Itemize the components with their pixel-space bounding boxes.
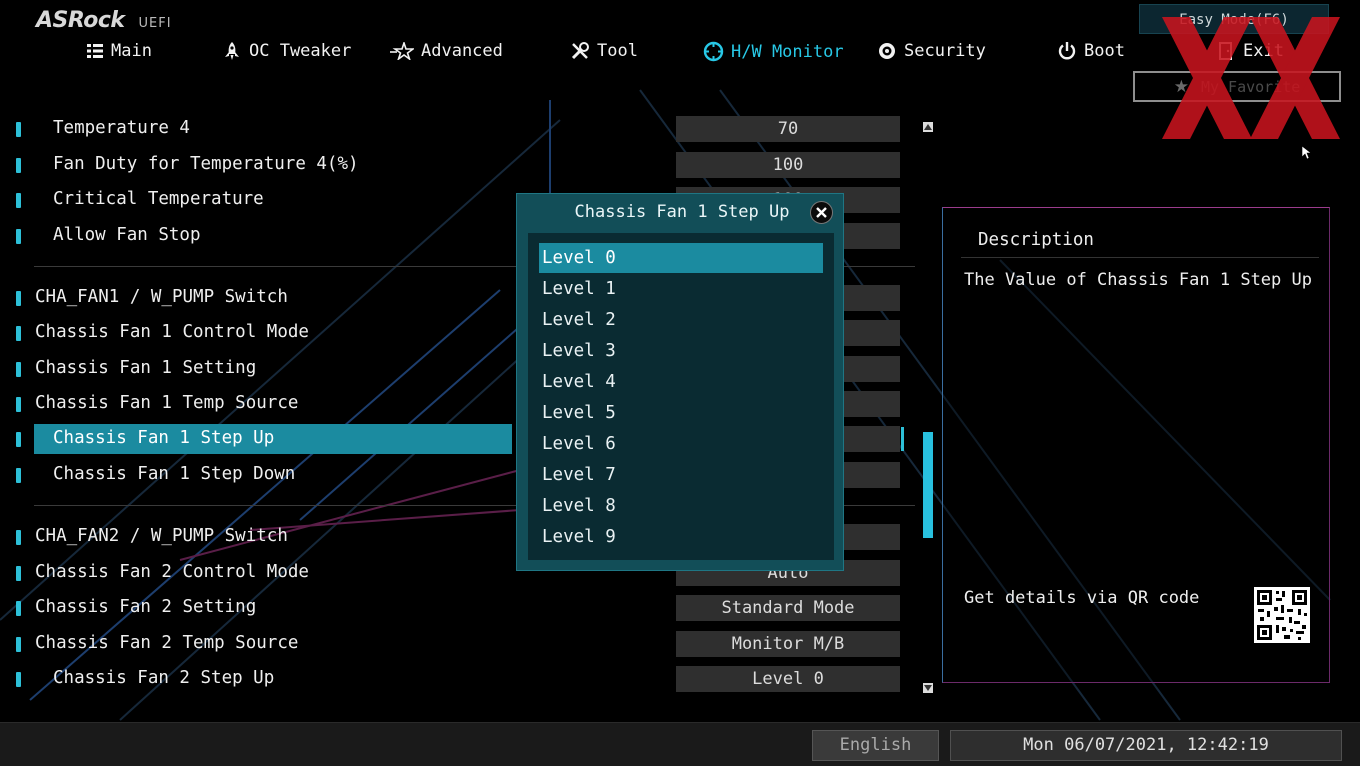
status-bar: English Mon 06/07/2021, 12:42:19 (0, 722, 1360, 766)
close-button[interactable] (810, 201, 833, 224)
option-level-6[interactable]: Level 6 (539, 429, 823, 459)
tab-tool-label: Tool (597, 41, 638, 61)
setting-row-chassis-fan2-setting[interactable]: Chassis Fan 2 Setting Standard Mode (0, 593, 920, 623)
setting-label: Temperature 4 (53, 118, 190, 138)
setting-label: Chassis Fan 2 Control Mode (35, 562, 309, 582)
monitor-gauge-icon (703, 41, 724, 62)
tab-hw-monitor[interactable]: H/W Monitor (703, 41, 844, 62)
option-level-0[interactable]: Level 0 (539, 243, 823, 273)
setting-value[interactable]: 100 (676, 152, 900, 178)
option-level-2[interactable]: Level 2 (539, 305, 823, 335)
option-select-dialog: Chassis Fan 1 Step Up Level 0 Level 1 Le… (516, 193, 844, 571)
row-bullet (16, 637, 21, 652)
date-time-display: Mon 06/07/2021, 12:42:19 (950, 730, 1342, 761)
scroll-up-arrow[interactable] (923, 122, 933, 132)
option-list: Level 0 Level 1 Level 2 Level 3 Level 4 … (528, 233, 834, 560)
row-bullet (16, 530, 21, 545)
setting-row-temperature-4[interactable]: Temperature 4 70 (0, 114, 920, 144)
setting-label: Chassis Fan 2 Setting (35, 597, 257, 617)
row-bullet (16, 397, 21, 412)
close-icon (816, 207, 827, 218)
tab-tool[interactable]: Tool (570, 41, 638, 61)
watermark-xx-logo (1162, 17, 1340, 139)
setting-label: Critical Temperature (53, 189, 264, 209)
triangle-down-icon (924, 685, 932, 691)
star-icon (390, 42, 414, 60)
option-level-4[interactable]: Level 4 (539, 367, 823, 397)
language-button[interactable]: English (812, 730, 939, 761)
row-bullet (16, 158, 21, 173)
option-level-1[interactable]: Level 1 (539, 274, 823, 304)
triangle-up-icon (924, 124, 932, 130)
tab-main-label: Main (111, 41, 152, 61)
tab-main[interactable]: Main (86, 41, 152, 61)
dialog-title: Chassis Fan 1 Step Up (574, 202, 790, 222)
main-nav: Main OC Tweaker Advanced Tool H/W Monito… (0, 41, 1360, 67)
description-divider (961, 257, 1319, 258)
setting-value[interactable]: Level 0 (676, 666, 900, 692)
qr-code (1254, 587, 1310, 643)
setting-row-chassis-fan2-temp-source[interactable]: Chassis Fan 2 Temp Source Monitor M/B (0, 629, 920, 659)
row-bullet (16, 432, 21, 447)
setting-label: Chassis Fan 2 Step Up (53, 668, 275, 688)
row-bullet (16, 193, 21, 208)
option-level-8[interactable]: Level 8 (539, 491, 823, 521)
tab-advanced[interactable]: Advanced (390, 41, 503, 61)
mouse-cursor-icon (1302, 146, 1312, 160)
tab-oc-tweaker-label: OC Tweaker (249, 41, 352, 61)
setting-label: CHA_FAN2 / W_PUMP Switch (35, 526, 288, 546)
row-bullet (16, 468, 21, 483)
setting-label: Chassis Fan 1 Setting (35, 358, 257, 378)
setting-label: Chassis Fan 1 Temp Source (35, 393, 299, 413)
qr-code-caption: Get details via QR code (964, 588, 1200, 608)
row-bullet (16, 601, 21, 616)
setting-value[interactable]: Monitor M/B (676, 631, 900, 657)
asrock-logo: ASRock UEFI (36, 8, 172, 33)
row-bullet (16, 672, 21, 687)
setting-value[interactable]: 70 (676, 116, 900, 142)
setting-label: CHA_FAN1 / W_PUMP Switch (35, 287, 288, 307)
shield-gear-icon (879, 43, 895, 59)
option-level-3[interactable]: Level 3 (539, 336, 823, 366)
scroll-down-arrow[interactable] (923, 683, 933, 693)
setting-label: Chassis Fan 1 Step Down (53, 464, 296, 484)
tab-security-label: Security (904, 41, 986, 61)
tab-oc-tweaker[interactable]: OC Tweaker (222, 41, 351, 61)
setting-label: Chassis Fan 1 Control Mode (35, 322, 309, 342)
tab-boot-label: Boot (1084, 41, 1125, 61)
selection-marker (901, 427, 904, 451)
list-icon (87, 44, 103, 58)
setting-label: Fan Duty for Temperature 4(%) (53, 154, 359, 174)
tab-boot[interactable]: Boot (1057, 41, 1125, 61)
description-text: The Value of Chassis Fan 1 Step Up (964, 270, 1312, 290)
row-bullet (16, 122, 21, 137)
brand-name: ASRock (36, 8, 125, 33)
option-level-7[interactable]: Level 7 (539, 460, 823, 490)
setting-value[interactable]: Standard Mode (676, 595, 900, 621)
option-level-9[interactable]: Level 9 (539, 522, 823, 552)
rocket-icon (225, 42, 239, 60)
row-bullet (16, 362, 21, 377)
tab-advanced-label: Advanced (421, 41, 503, 61)
setting-label: Chassis Fan 2 Temp Source (35, 633, 299, 653)
setting-row-chassis-fan2-step-up[interactable]: Chassis Fan 2 Step Up Level 0 (0, 664, 920, 694)
tools-icon (571, 42, 589, 60)
description-title: Description (978, 230, 1094, 250)
scrollbar-thumb[interactable] (923, 432, 933, 538)
tab-security[interactable]: Security (877, 41, 986, 61)
row-bullet (16, 326, 21, 341)
description-panel: Description The Value of Chassis Fan 1 S… (942, 207, 1330, 683)
row-bullet (16, 291, 21, 306)
setting-label: Allow Fan Stop (53, 225, 201, 245)
row-bullet (16, 566, 21, 581)
brand-sub: UEFI (138, 16, 172, 31)
option-level-5[interactable]: Level 5 (539, 398, 823, 428)
setting-row-fan-duty-temp-4[interactable]: Fan Duty for Temperature 4(%) 100 (0, 150, 920, 180)
row-bullet (16, 229, 21, 244)
tab-hw-monitor-label: H/W Monitor (731, 41, 844, 62)
setting-label: Chassis Fan 1 Step Up (53, 428, 275, 448)
power-icon (1058, 42, 1076, 60)
